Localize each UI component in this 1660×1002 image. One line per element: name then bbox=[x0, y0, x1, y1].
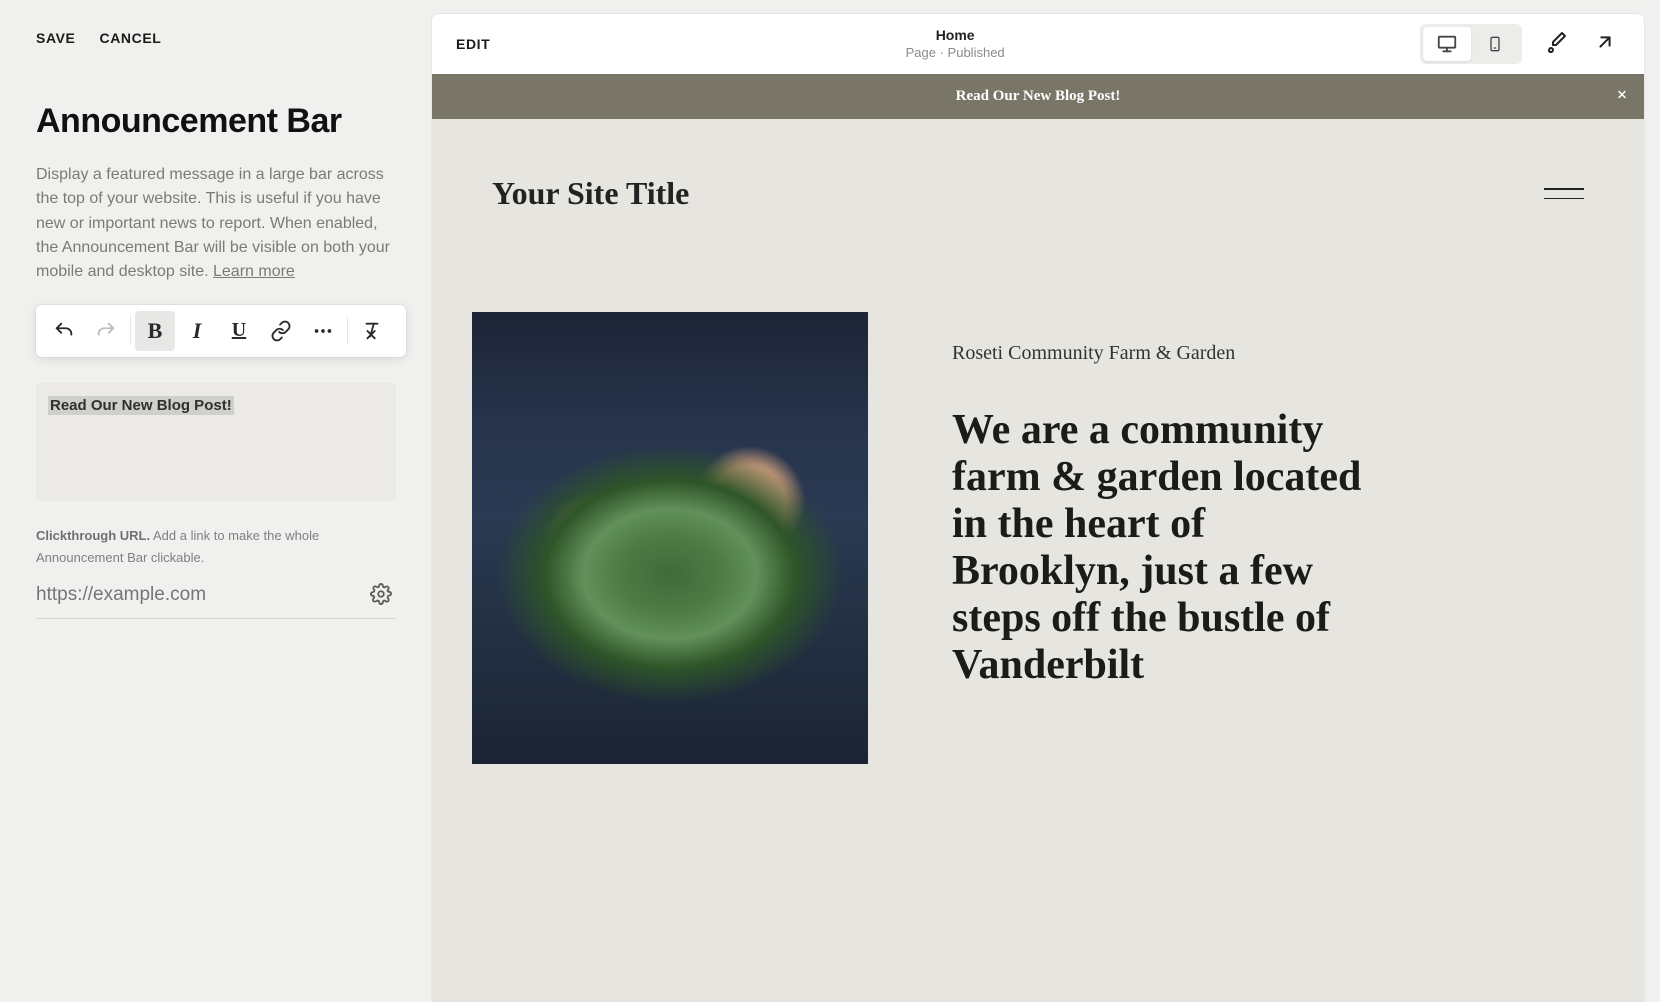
paintbrush-icon bbox=[1544, 30, 1568, 54]
arrow-out-icon bbox=[1594, 31, 1616, 53]
site-title[interactable]: Your Site Title bbox=[492, 175, 689, 212]
italic-button[interactable]: I bbox=[177, 311, 217, 351]
edit-button[interactable]: EDIT bbox=[456, 36, 490, 52]
site-preview: Read Our New Blog Post! Your Site Title … bbox=[432, 74, 1644, 1002]
more-button[interactable] bbox=[303, 311, 343, 351]
style-button[interactable] bbox=[1540, 26, 1572, 61]
preview-topbar: EDIT Home Page · Published bbox=[432, 14, 1644, 74]
settings-sidebar: SAVE CANCEL Announcement Bar Display a f… bbox=[0, 0, 432, 1002]
link-icon bbox=[270, 320, 292, 342]
announcement-text: Read Our New Blog Post! bbox=[956, 88, 1121, 105]
clickthrough-url-section: Clickthrough URL. Add a link to make the… bbox=[36, 525, 396, 619]
device-toggle bbox=[1420, 24, 1522, 64]
page-name: Home bbox=[490, 27, 1420, 43]
site-body: Roseti Community Farm & Garden We are a … bbox=[432, 212, 1644, 764]
cancel-button[interactable]: CANCEL bbox=[100, 30, 162, 46]
link-button[interactable] bbox=[261, 311, 301, 351]
underline-icon: U bbox=[232, 319, 246, 342]
menu-button[interactable] bbox=[1544, 188, 1584, 199]
toolbar-separator bbox=[347, 317, 348, 345]
redo-button[interactable] bbox=[86, 311, 126, 351]
sidebar-actions: SAVE CANCEL bbox=[36, 30, 396, 46]
italic-icon: I bbox=[193, 318, 202, 344]
panel-title: Announcement Bar bbox=[36, 102, 396, 141]
clear-format-icon bbox=[361, 320, 383, 342]
bold-icon: B bbox=[148, 318, 163, 344]
editor-text: Read Our New Blog Post! bbox=[48, 396, 234, 415]
close-icon bbox=[1616, 88, 1628, 100]
site-subheading: Roseti Community Farm & Garden bbox=[952, 342, 1372, 365]
bold-button[interactable]: B bbox=[135, 311, 175, 351]
url-label-title: Clickthrough URL. bbox=[36, 528, 150, 543]
clear-format-button[interactable] bbox=[352, 311, 392, 351]
rich-text-toolbar: B I U bbox=[36, 305, 406, 357]
announcement-close-button[interactable] bbox=[1616, 88, 1628, 105]
undo-button[interactable] bbox=[44, 311, 84, 351]
announcement-text-editor[interactable]: Read Our New Blog Post! bbox=[36, 383, 396, 501]
announcement-bar[interactable]: Read Our New Blog Post! bbox=[432, 74, 1644, 119]
url-label: Clickthrough URL. Add a link to make the… bbox=[36, 525, 396, 569]
site-header: Your Site Title bbox=[432, 119, 1644, 212]
redo-icon bbox=[95, 320, 117, 342]
page-status: Page · Published bbox=[490, 45, 1420, 60]
mobile-icon bbox=[1487, 33, 1503, 55]
hamburger-line bbox=[1544, 198, 1584, 200]
panel-description: Display a featured message in a large ba… bbox=[36, 163, 396, 285]
preview-frame: EDIT Home Page · Published bbox=[432, 14, 1644, 1002]
preview-pane: EDIT Home Page · Published bbox=[432, 0, 1660, 1002]
url-settings-button[interactable] bbox=[366, 579, 396, 612]
desktop-icon bbox=[1436, 33, 1458, 55]
topbar-right bbox=[1420, 24, 1620, 64]
desktop-view-button[interactable] bbox=[1423, 27, 1471, 61]
mobile-view-button[interactable] bbox=[1471, 27, 1519, 61]
hero-image bbox=[472, 312, 868, 764]
more-icon bbox=[312, 320, 334, 342]
clickthrough-url-input[interactable] bbox=[36, 584, 366, 606]
hamburger-line bbox=[1544, 188, 1584, 190]
gear-icon bbox=[370, 583, 392, 605]
toolbar-separator bbox=[130, 317, 131, 345]
learn-more-link[interactable]: Learn more bbox=[213, 263, 295, 280]
open-external-button[interactable] bbox=[1590, 27, 1620, 60]
undo-icon bbox=[53, 320, 75, 342]
underline-button[interactable]: U bbox=[219, 311, 259, 351]
page-info: Home Page · Published bbox=[490, 27, 1420, 60]
save-button[interactable]: SAVE bbox=[36, 30, 76, 46]
site-hero-text: We are a community farm & garden located… bbox=[952, 407, 1372, 689]
site-copy: Roseti Community Farm & Garden We are a … bbox=[952, 312, 1372, 689]
